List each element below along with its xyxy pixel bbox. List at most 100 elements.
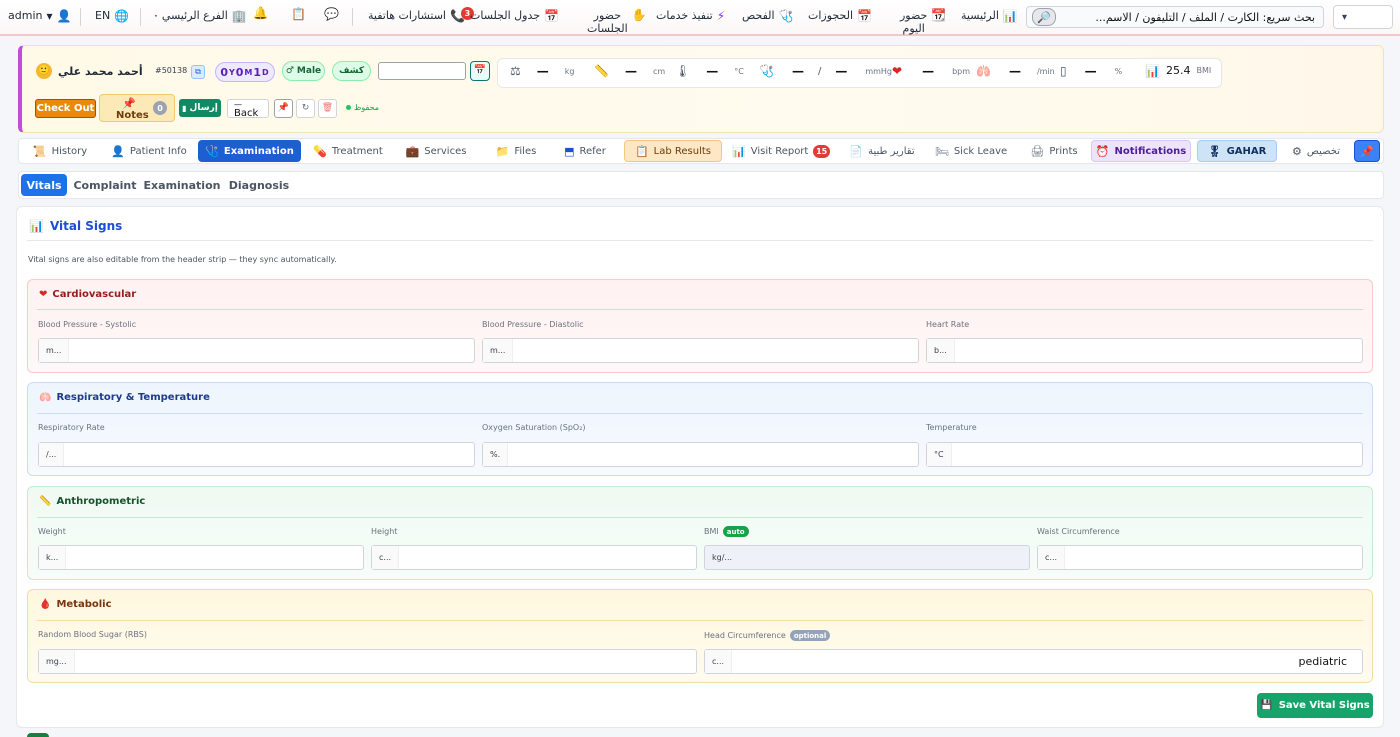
divider <box>140 8 141 26</box>
sessions-attendance-link[interactable]: حضور الجلسات ✋ <box>587 9 647 35</box>
home-link[interactable]: الرئيسية 📊 <box>961 9 1018 22</box>
tab-files[interactable]: 📁 Files <box>491 140 541 162</box>
tab-notifications[interactable]: ⏰ Notifications <box>1091 140 1191 162</box>
calendar-icon: 📆 <box>931 8 947 22</box>
tab-label: GAHAR <box>1226 145 1267 157</box>
branch-selector[interactable]: · الفرع الرئيسي 🏢 <box>154 9 247 22</box>
spo2-input[interactable]: %. <box>482 442 919 467</box>
subtab-diagnosis[interactable]: Diagnosis <box>228 174 290 196</box>
heart-rate-input[interactable]: b... <box>926 338 1363 363</box>
refresh-button[interactable]: ↻ <box>296 99 315 118</box>
height-input[interactable]: c... <box>371 545 697 570</box>
pin-button[interactable]: 📌 <box>274 99 293 118</box>
subtab-vitals[interactable]: Vitals <box>21 174 67 196</box>
header-respiratory-rate[interactable]: 🫁 — /min <box>976 64 1055 78</box>
header-blood-pressure[interactable]: 🩺 — / — mmHg <box>759 64 892 78</box>
floating-button[interactable] <box>27 733 49 737</box>
send-button[interactable]: ▮ إرسال <box>179 99 221 117</box>
header-heart-rate[interactable]: ❤ — bpm <box>892 64 970 78</box>
tab-visit-report[interactable]: 📊 Visit Report 15 <box>732 140 830 162</box>
tab-services[interactable]: 💼 Services <box>404 140 468 162</box>
briefcase-icon: 💼 <box>405 144 420 158</box>
bookings-link[interactable]: الحجوزات 📅 <box>808 9 872 22</box>
divider <box>37 413 1363 414</box>
age-years: 0 <box>220 65 228 79</box>
back-button[interactable]: — Back <box>227 99 269 119</box>
visit-note-input[interactable] <box>378 62 466 80</box>
tab-lab-results[interactable]: 📋 Lab Results <box>624 140 722 162</box>
header-spo2[interactable]: ▯ — % <box>1060 64 1122 78</box>
chat-button[interactable]: 💬 <box>324 8 339 20</box>
rbs-input[interactable]: mg... <box>38 649 697 674</box>
clinic-logo[interactable]: ▾ <box>1333 5 1393 29</box>
patient-age-badge: 0Y 0M 1D <box>215 62 275 82</box>
unit-addon: /... <box>39 443 65 466</box>
sub-tabs-bar <box>18 171 1384 199</box>
subtab-complaint[interactable]: Complaint <box>73 174 136 196</box>
section-title-text: Respiratory & Temperature <box>56 392 210 403</box>
tab-label: History <box>51 145 88 157</box>
patient-name-text: أحمد محمد علي <box>58 64 143 78</box>
language-switch[interactable]: EN 🌐 <box>95 9 129 22</box>
field-label: Temperature <box>926 423 977 432</box>
pin-tabs-button[interactable]: 📌 <box>1354 140 1380 162</box>
respiratory-rate-input[interactable]: /... <box>38 442 475 467</box>
clipboard-icon: 📋 <box>291 7 306 21</box>
tab-examination[interactable]: 🩺 Examination <box>198 140 301 162</box>
search-button[interactable]: 🔎 <box>1032 8 1056 26</box>
section-title-text: Cardiovascular <box>52 289 137 300</box>
temperature-input[interactable]: °C <box>926 442 1363 467</box>
age-years-unit: Y <box>228 67 235 77</box>
language-label: EN <box>95 9 111 22</box>
optional-badge: optional <box>789 630 831 641</box>
weight-value: — <box>536 64 549 78</box>
tab-gahar[interactable]: 🎖 GAHAR <box>1197 140 1277 162</box>
calendar-button[interactable]: 📅 <box>470 61 490 81</box>
device-icon: ▮ <box>182 103 187 113</box>
dot-icon: · <box>154 8 158 23</box>
notes-button[interactable]: 📌 Notes 0 <box>99 94 175 122</box>
tab-sick-leave[interactable]: 🛏 Sick Leave <box>932 140 1010 162</box>
services-exec-link[interactable]: تنفيذ خدمات ⚡ <box>656 9 725 22</box>
header-weight[interactable]: ⚖ — kg <box>510 64 574 78</box>
save-vital-signs-button[interactable]: 💾 Save Vital Signs <box>1257 693 1373 718</box>
header-height[interactable]: 📏 — cm <box>594 64 665 78</box>
scale-icon: ⚖ <box>510 64 521 78</box>
bmi-unit: BMI <box>1196 66 1212 75</box>
header-temperature[interactable]: 🌡 — °C <box>675 64 744 78</box>
head-circumference-input[interactable]: c... pediatric <box>704 649 1363 674</box>
exam-link[interactable]: الفحص 🩺 <box>742 9 794 22</box>
patient-name: 🙂 أحمد محمد علي <box>36 63 143 79</box>
quick-search-input[interactable]: بحث سريع: الكارت / الملف / التليفون / ال… <box>1026 6 1324 28</box>
ruler-icon: 📏 <box>39 495 52 507</box>
tab-prints[interactable]: 🖨 Prints <box>1027 140 1081 162</box>
tab-history[interactable]: 📜 History <box>28 140 92 162</box>
bp-diastolic-input[interactable]: m... <box>482 338 919 363</box>
clipboard-button[interactable]: 📋 <box>291 8 306 20</box>
bp-systolic-input[interactable]: m... <box>38 338 475 363</box>
notifications-bell-button[interactable]: 🔔 <box>253 7 268 19</box>
visit-type-badge: كشف <box>332 61 371 81</box>
printer-icon: 🖨 <box>1030 144 1045 158</box>
folder-icon: 📁 <box>495 144 510 158</box>
weight-input[interactable]: k... <box>38 545 364 570</box>
page-title-text: Vital Signs <box>49 219 123 233</box>
sessions-table-link[interactable]: جدول الجلسات 📅 <box>470 9 559 22</box>
tab-treatment[interactable]: 💊 Treatment <box>310 140 386 162</box>
copy-id-button[interactable]: ⧉ <box>191 65 205 79</box>
tab-label: Treatment <box>331 145 383 157</box>
chevron-down-icon: ▾ <box>46 8 53 23</box>
tab-customize[interactable]: ⚙ تخصيص <box>1285 140 1347 162</box>
waist-circumference-input[interactable]: c... <box>1037 545 1363 570</box>
user-menu[interactable]: admin ▾ 👤 <box>8 9 71 22</box>
tab-medical-reports[interactable]: 📄 تقارير طبية <box>849 140 914 162</box>
subtab-examination[interactable]: Examination <box>144 174 221 196</box>
today-attendance-link[interactable]: حضور اليوم 📆 <box>900 9 946 35</box>
unit-addon: c... <box>1038 546 1066 569</box>
tab-refer[interactable]: ⬒ Refer <box>560 140 610 162</box>
phone-consult-link[interactable]: استشارات هاتفية 📞 3 <box>368 6 474 22</box>
delete-button[interactable]: 🗑 <box>318 99 337 118</box>
check-out-button[interactable]: Check Out <box>35 99 96 118</box>
tab-label: تخصيص <box>1306 145 1341 157</box>
tab-patient-info[interactable]: 👤 Patient Info <box>108 140 190 162</box>
